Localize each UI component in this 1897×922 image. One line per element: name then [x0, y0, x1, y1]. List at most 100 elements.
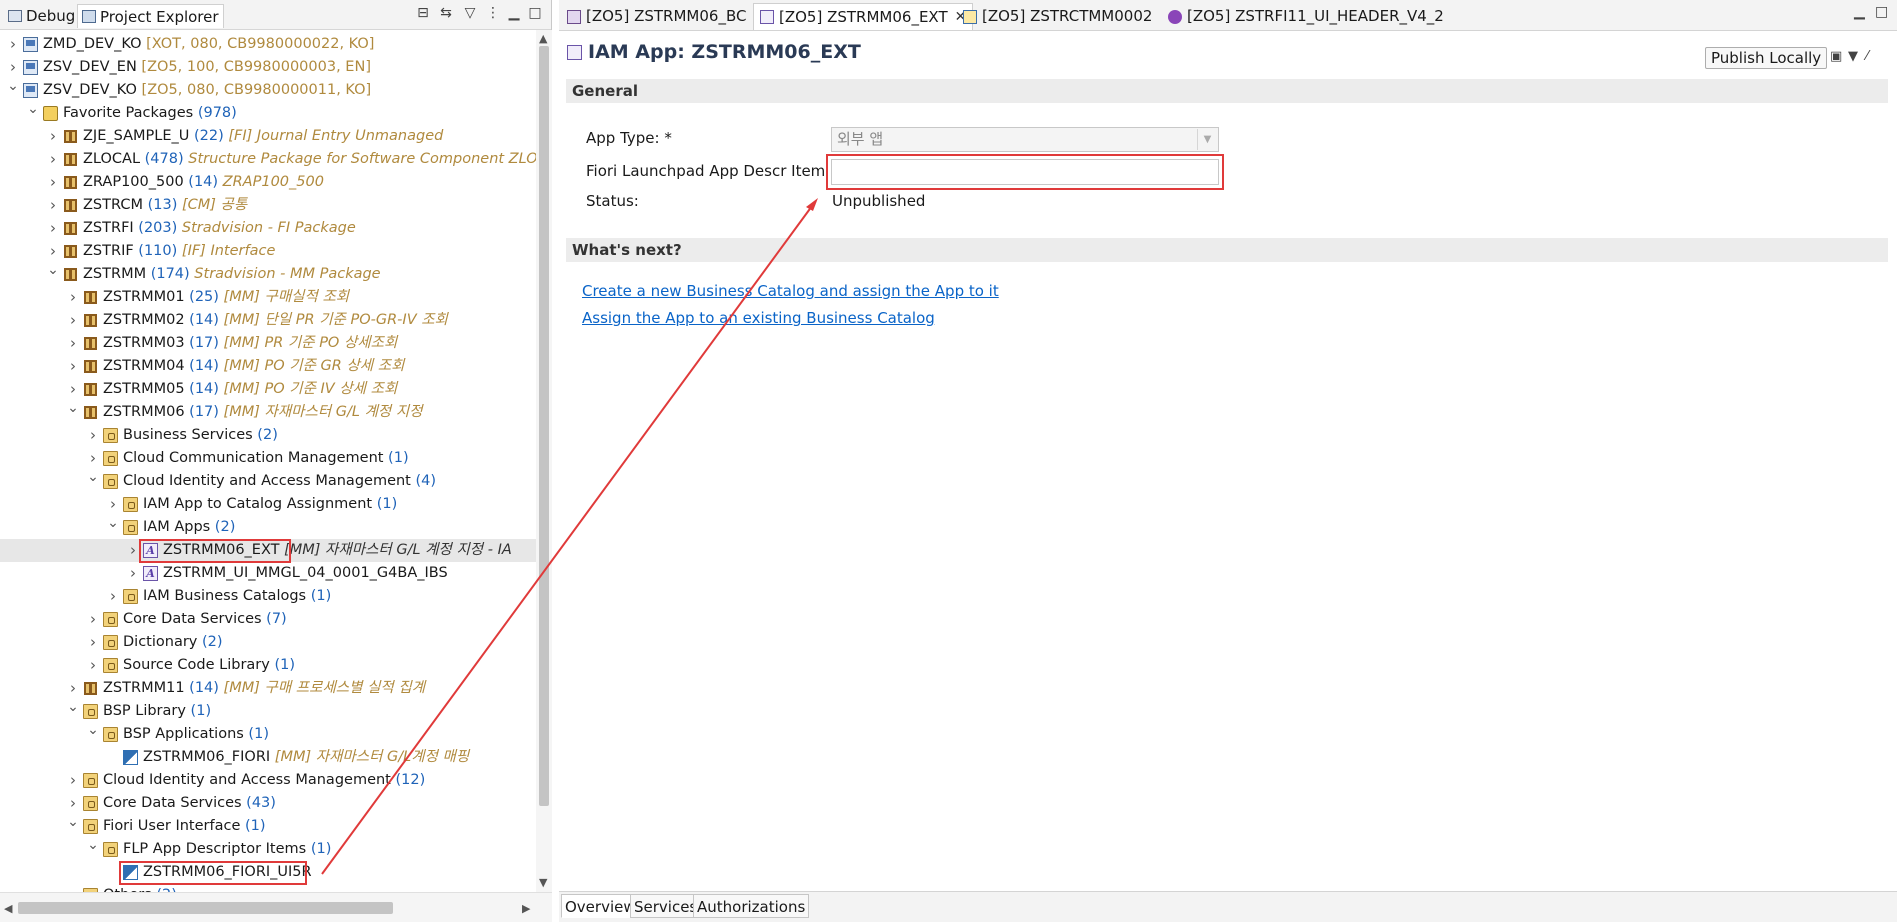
link-editor-icon[interactable]: ⇆	[437, 5, 455, 21]
chevron-down-icon[interactable]: ▼	[1848, 49, 1858, 64]
tree-row[interactable]: › ZSTRMM03 (17) [MM] PR 기준 PO 상세조회	[0, 332, 536, 355]
chevron-right-icon[interactable]: ›	[66, 309, 80, 332]
chevron-right-icon[interactable]: ›	[6, 33, 20, 56]
tree-row[interactable]: › ZLOCAL (478) Structure Package for Soft…	[0, 148, 536, 171]
tree-row[interactable]: ⌄ ZSTRMM (174) Stradvision - MM Package	[0, 262, 536, 286]
tree-row[interactable]: › Business Services (2)	[0, 424, 536, 447]
scroll-left-icon[interactable]: ◀	[4, 902, 12, 915]
chevron-right-icon[interactable]: ›	[66, 769, 80, 792]
tab-services[interactable]: Services	[630, 894, 702, 918]
tree-row[interactable]: › IAM Business Catalogs (1)	[0, 585, 536, 608]
chevron-right-icon[interactable]: ›	[86, 608, 100, 631]
view-menu-icon[interactable]: ⋮	[484, 5, 502, 21]
chevron-down-icon[interactable]: ⌄	[66, 811, 80, 834]
publish-locally-button[interactable]: Publish Locally	[1705, 47, 1828, 69]
chevron-right-icon[interactable]: ›	[86, 631, 100, 654]
tab-debug[interactable]: Debug	[4, 4, 79, 28]
app-type-combo[interactable]: 외부 앱 ▼	[831, 127, 1219, 152]
tree-row[interactable]: › Others (2)	[0, 884, 536, 892]
chevron-down-icon[interactable]: ⌄	[66, 397, 80, 420]
minimize-icon[interactable]: ▁	[1854, 4, 1865, 20]
project-tree[interactable]: › ZMD_DEV_KO [XOT, 080, CB9980000022, KO]…	[0, 30, 536, 892]
tree-row[interactable]: › Core Data Services (43)	[0, 792, 536, 815]
chevron-down-icon[interactable]: ⌄	[6, 75, 20, 98]
editor-tab-ui-header[interactable]: [ZO5] ZSTRFI11_UI_HEADER_V4_2	[1162, 3, 1450, 30]
vertical-scroll-thumb[interactable]	[539, 46, 549, 806]
chevron-down-icon[interactable]: ⌄	[26, 98, 40, 121]
general-section-header[interactable]: General	[566, 79, 1888, 103]
tree-row[interactable]: ⌄ BSP Applications (1)	[0, 722, 536, 746]
tree-row[interactable]: › IAM App to Catalog Assignment (1)	[0, 493, 536, 516]
tree-row[interactable]: › Cloud Communication Management (1)	[0, 447, 536, 470]
chevron-right-icon[interactable]: ›	[46, 125, 60, 148]
chevron-down-icon[interactable]: ⌄	[66, 696, 80, 719]
chevron-right-icon[interactable]: ›	[86, 424, 100, 447]
collapse-all-icon[interactable]: ⊟	[414, 5, 432, 21]
chevron-right-icon[interactable]: ›	[66, 332, 80, 355]
tree-row[interactable]: ZSTRMM06_FIORI [MM] 자재마스터 G/L계정 매핑	[0, 746, 536, 769]
chevron-right-icon[interactable]: ›	[106, 585, 120, 608]
tree-row[interactable]: ⌄ ZSTRMM06 (17) [MM] 자재마스터 G/L 계정 지정	[0, 400, 536, 424]
tab-authorizations[interactable]: Authorizations	[693, 894, 810, 918]
tree-row[interactable]: › Source Code Library (1)	[0, 654, 536, 677]
chevron-down-icon[interactable]: ⌄	[46, 259, 60, 282]
chevron-right-icon[interactable]: ›	[46, 217, 60, 240]
chevron-right-icon[interactable]: ›	[46, 194, 60, 217]
tree-row[interactable]: ⌄ Favorite Packages (978)	[0, 101, 536, 125]
tree-row[interactable]: › ZRAP100_500 (14) ZRAP100_500	[0, 171, 536, 194]
assign-business-catalog-link[interactable]: Assign the App to an existing Business C…	[582, 309, 935, 327]
whats-next-section-header[interactable]: What's next?	[566, 238, 1888, 262]
tree-vertical-scrollbar[interactable]: ▲ ▼	[536, 30, 552, 892]
chevron-right-icon[interactable]: ›	[46, 148, 60, 171]
tree-row[interactable]: › Core Data Services (7)	[0, 608, 536, 631]
chevron-right-icon[interactable]: ›	[86, 654, 100, 677]
tree-row[interactable]: ⌄ BSP Library (1)	[0, 699, 536, 723]
help-icon[interactable]: ⁄	[1866, 49, 1868, 64]
tree-row[interactable]: › ZSTRIF (110) [IF] Interface	[0, 240, 536, 263]
tree-row[interactable]: › ZSTRFI (203) Stradvision - FI Package	[0, 217, 536, 240]
scroll-down-icon[interactable]: ▼	[539, 876, 547, 889]
chevron-down-icon[interactable]: ⌄	[106, 512, 120, 535]
chevron-right-icon[interactable]: ›	[126, 562, 140, 585]
editor-tab-bc[interactable]: [ZO5] ZSTRMM06_BC	[561, 3, 752, 30]
chevron-right-icon[interactable]: ›	[126, 539, 140, 562]
maximize-icon[interactable]: □	[526, 5, 544, 21]
chevron-down-icon[interactable]: ▼	[1197, 129, 1217, 150]
chevron-right-icon[interactable]: ›	[66, 286, 80, 309]
tree-row[interactable]: › Dictionary (2)	[0, 631, 536, 654]
tree-row[interactable]: › ZSTRCM (13) [CM] 공통	[0, 194, 536, 217]
minimize-icon[interactable]: ▁	[505, 5, 523, 21]
tree-row[interactable]: ⌄ FLP App Descriptor Items (1)	[0, 837, 536, 861]
tree-horizontal-scrollbar[interactable]: ◀ ▶	[0, 892, 552, 922]
chevron-down-icon[interactable]: ⌄	[86, 834, 100, 857]
tree-row[interactable]: › A ZSTRMM_UI_MMGL_04_0001_G4BA_IBS	[0, 562, 536, 585]
editor-tab-ext[interactable]: [ZO5] ZSTRMM06_EXT ✕	[753, 3, 974, 30]
chevron-right-icon[interactable]: ›	[46, 171, 60, 194]
settings-icon[interactable]: ▣	[1830, 49, 1842, 64]
tab-overview[interactable]: Overview	[561, 894, 640, 918]
tree-row[interactable]: ⌄ IAM Apps (2)	[0, 515, 536, 539]
tree-row[interactable]: › ZSTRMM01 (25) [MM] 구매실적 조회	[0, 286, 536, 309]
chevron-down-icon[interactable]: ⌄	[86, 719, 100, 742]
tree-row[interactable]: ⌄ Cloud Identity and Access Management (4…	[0, 469, 536, 493]
tree-row[interactable]: › ZMD_DEV_KO [XOT, 080, CB9980000022, KO]	[0, 33, 536, 56]
filter-icon[interactable]: ▽	[461, 5, 479, 21]
scroll-up-icon[interactable]: ▲	[539, 32, 547, 45]
create-business-catalog-link[interactable]: Create a new Business Catalog and assign…	[582, 282, 999, 300]
tree-row[interactable]: ⌄ ZSV_DEV_KO [ZO5, 080, CB9980000011, KO]	[0, 78, 536, 102]
tree-row[interactable]: ⌄ Fiori User Interface (1)	[0, 814, 536, 838]
chevron-down-icon[interactable]: ⌄	[86, 466, 100, 489]
chevron-right-icon[interactable]: ›	[66, 355, 80, 378]
tree-row[interactable]: › ZSTRMM05 (14) [MM] PO 기준 IV 상세 조회	[0, 378, 536, 401]
editor-tab-ctmm[interactable]: [ZO5] ZSTRCTMM0002	[957, 3, 1158, 30]
horizontal-scroll-thumb[interactable]	[18, 902, 393, 914]
maximize-icon[interactable]: □	[1875, 4, 1888, 20]
tree-row[interactable]: › ZJE_SAMPLE_U (22) [FI] Journal Entry Un…	[0, 125, 536, 148]
tree-row[interactable]: › Cloud Identity and Access Management (1…	[0, 769, 536, 792]
scroll-right-icon[interactable]: ▶	[522, 902, 530, 915]
tree-row[interactable]: › ZSTRMM04 (14) [MM] PO 기준 GR 상세 조회	[0, 355, 536, 378]
tree-row[interactable]: › ZSTRMM11 (14) [MM] 구매 프로세스별 실적 집계	[0, 677, 536, 700]
tree-row[interactable]: › ZSV_DEV_EN [ZO5, 100, CB9980000003, EN]	[0, 56, 536, 79]
tree-row[interactable]: › ZSTRMM02 (14) [MM] 단일 PR 기준 PO-GR-IV 조회	[0, 309, 536, 332]
tab-project-explorer[interactable]: Project Explorer	[77, 4, 224, 28]
